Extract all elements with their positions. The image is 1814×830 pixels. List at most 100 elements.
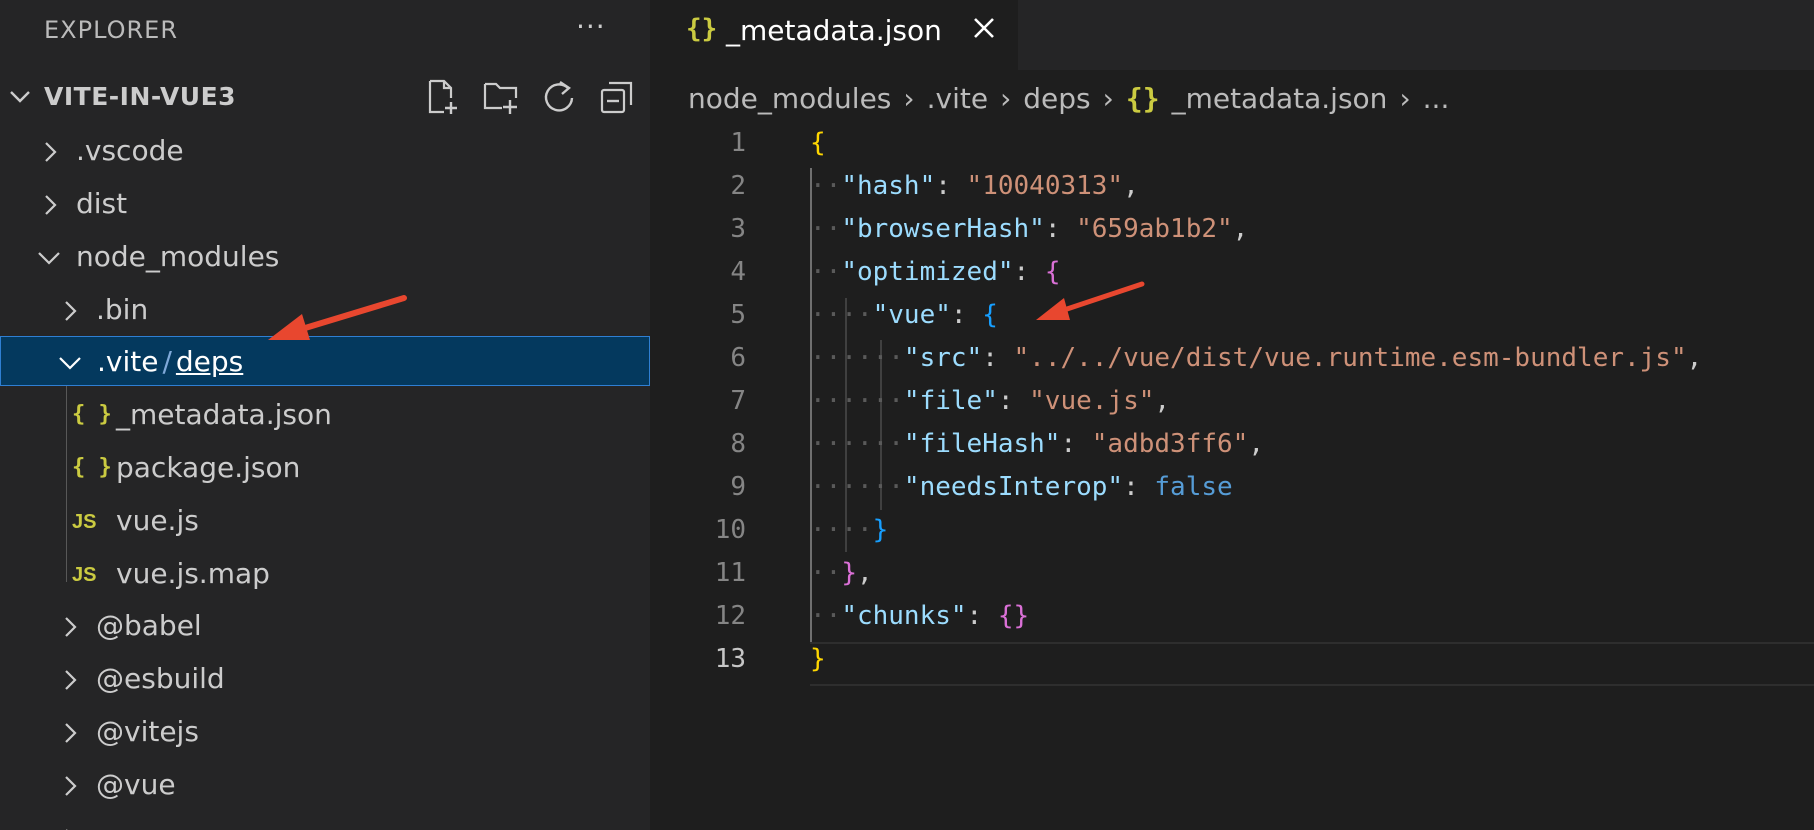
chevron-right-icon bbox=[65, 723, 77, 743]
json-value: "vue.js" bbox=[1029, 386, 1155, 416]
tree-folder-vscode[interactable]: .vscode bbox=[0, 126, 650, 176]
json-key: "browserHash" bbox=[841, 214, 1045, 244]
chevron-right-icon: › bbox=[1102, 81, 1114, 115]
code-line: 13 } bbox=[650, 640, 1814, 683]
json-key: "vue" bbox=[872, 300, 951, 330]
more-actions-icon[interactable]: ··· bbox=[576, 10, 606, 43]
compact-folder-vite[interactable]: .vite bbox=[97, 345, 158, 378]
tree-item-label: .vscode bbox=[76, 134, 184, 167]
refresh-icon[interactable] bbox=[540, 78, 578, 116]
json-file-icon: { } bbox=[72, 455, 112, 480]
tree-item-label: .bin bbox=[96, 293, 149, 326]
tree-item-label: node_modules bbox=[76, 240, 280, 273]
code-line: 7 ······"file": "vue.js", bbox=[650, 382, 1814, 425]
line-number: 13 bbox=[714, 644, 746, 674]
chevron-right-icon bbox=[65, 670, 77, 690]
close-icon[interactable] bbox=[970, 14, 998, 42]
tree-folder-babel[interactable]: @babel bbox=[0, 601, 650, 651]
tree-file-vue-js[interactable]: JS vue.js bbox=[0, 496, 650, 546]
tree-file-vue-js-map[interactable]: JS vue.js.map bbox=[0, 549, 650, 599]
line-number: 8 bbox=[730, 429, 746, 459]
compact-folder-deps[interactable]: deps bbox=[176, 345, 243, 378]
code-line: 1 { bbox=[650, 124, 1814, 167]
breadcrumb-item[interactable]: node_modules bbox=[688, 82, 891, 115]
tree-folder-dist[interactable]: dist bbox=[0, 179, 650, 229]
chevron-right-icon bbox=[65, 776, 77, 796]
code-line: 6 ······"src": "../../vue/dist/vue.runti… bbox=[650, 339, 1814, 382]
breadcrumb-file[interactable]: _metadata.json bbox=[1172, 82, 1388, 115]
code-line: 11 ··}, bbox=[650, 554, 1814, 597]
code-line: 3 ··"browserHash": "659ab1b2", bbox=[650, 210, 1814, 253]
json-file-icon: {} bbox=[686, 14, 718, 44]
annotation-arrow-icon bbox=[268, 295, 407, 340]
code-line: 12 ··"chunks": {} bbox=[650, 597, 1814, 640]
json-value: "659ab1b2" bbox=[1076, 214, 1233, 244]
js-file-icon: JS bbox=[72, 511, 97, 533]
explorer-sidebar: EXPLORER ··· VITE-IN-VUE3 .vscode dist n… bbox=[0, 0, 650, 830]
tree-folder-cutoff[interactable] bbox=[0, 813, 650, 830]
collapse-all-icon[interactable] bbox=[598, 78, 636, 116]
json-key: "chunks" bbox=[841, 601, 967, 631]
json-file-icon: {} bbox=[1125, 81, 1160, 115]
editor-tab-bar: {} _metadata.json bbox=[650, 0, 1814, 70]
tab-metadata-json[interactable]: {} _metadata.json bbox=[650, 0, 1018, 70]
breadcrumb: node_modules › .vite › deps › {} _metada… bbox=[688, 78, 1449, 118]
json-value: "../../vue/dist/vue.runtime.esm-bundler.… bbox=[1013, 343, 1687, 373]
breadcrumb-symbols[interactable]: ... bbox=[1423, 82, 1450, 115]
line-number: 1 bbox=[730, 128, 746, 158]
tree-file-package-json[interactable]: { } package.json bbox=[0, 443, 650, 493]
json-value: "adbd3ff6" bbox=[1091, 429, 1249, 459]
json-key: "file" bbox=[903, 386, 998, 416]
tree-folder-esbuild[interactable]: @esbuild bbox=[0, 654, 650, 704]
json-key: "needsInterop" bbox=[903, 472, 1124, 502]
project-title: VITE-IN-VUE3 bbox=[44, 82, 237, 111]
new-file-icon[interactable] bbox=[424, 78, 462, 116]
code-line: 2 ··"hash": "10040313", bbox=[650, 167, 1814, 210]
tree-folder-node-modules[interactable]: node_modules bbox=[0, 232, 650, 282]
chevron-right-icon: › bbox=[903, 81, 915, 115]
chevron-right-icon: › bbox=[1000, 81, 1012, 115]
code-line: 8 ······"fileHash": "adbd3ff6", bbox=[650, 425, 1814, 468]
line-number: 10 bbox=[714, 515, 746, 545]
breadcrumb-item[interactable]: .vite bbox=[927, 82, 988, 115]
code-line: 9 ······"needsInterop": false bbox=[650, 468, 1814, 511]
tree-item-label: @babel bbox=[96, 609, 202, 642]
chevron-right-icon bbox=[65, 617, 77, 637]
code-line: 5 ····"vue": { bbox=[650, 296, 1814, 339]
line-number: 3 bbox=[730, 214, 746, 244]
line-number: 6 bbox=[730, 343, 746, 373]
tab-label: _metadata.json bbox=[726, 14, 942, 47]
explorer-title: EXPLORER bbox=[44, 16, 178, 44]
line-number: 2 bbox=[730, 171, 746, 201]
line-number: 4 bbox=[730, 257, 746, 287]
chevron-down-icon bbox=[59, 357, 81, 370]
tree-item-label: .vite / deps bbox=[97, 345, 243, 378]
compact-folder-separator: / bbox=[162, 345, 172, 378]
chevron-right-icon bbox=[65, 301, 77, 321]
tree-item-label: @esbuild bbox=[96, 662, 225, 695]
tree-item-label: package.json bbox=[116, 451, 301, 484]
json-key: "fileHash" bbox=[903, 429, 1061, 459]
tree-folder-vue[interactable]: @vue bbox=[0, 760, 650, 810]
chevron-down-icon bbox=[10, 91, 30, 103]
breadcrumb-item[interactable]: deps bbox=[1023, 82, 1090, 115]
json-value: false bbox=[1154, 472, 1233, 502]
line-number: 11 bbox=[714, 558, 746, 588]
new-folder-icon[interactable] bbox=[482, 78, 520, 116]
tree-item-label: dist bbox=[76, 187, 128, 220]
tree-item-label: @vue bbox=[96, 768, 176, 801]
tree-item-label: _metadata.json bbox=[116, 398, 332, 431]
tree-folder-vitejs[interactable]: @vitejs bbox=[0, 707, 650, 757]
js-file-icon: JS bbox=[72, 564, 97, 586]
tree-file-metadata-json[interactable]: { } _metadata.json bbox=[0, 390, 650, 440]
tree-item-label: vue.js.map bbox=[116, 557, 270, 590]
line-number: 12 bbox=[714, 601, 746, 631]
annotation-arrow-icon bbox=[1036, 281, 1145, 320]
tree-item-label: vue.js bbox=[116, 504, 199, 537]
chevron-right-icon bbox=[45, 195, 57, 215]
line-number: 7 bbox=[730, 386, 746, 416]
line-number: 5 bbox=[730, 300, 746, 330]
chevron-right-icon: › bbox=[1399, 81, 1411, 115]
code-line: 10 ····} bbox=[650, 511, 1814, 554]
chevron-down-icon bbox=[38, 252, 60, 265]
